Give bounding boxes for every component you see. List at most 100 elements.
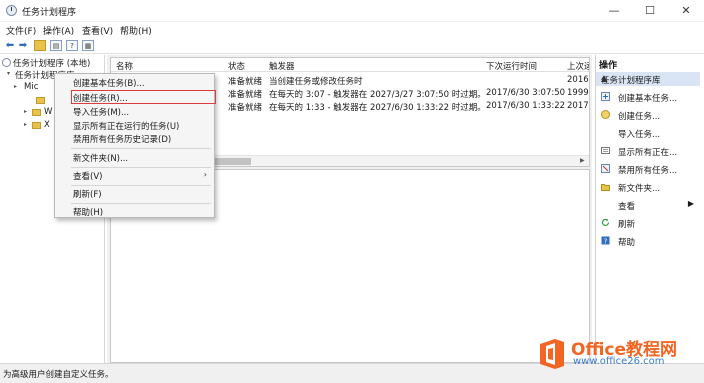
minimize-button[interactable]: — xyxy=(596,0,632,22)
expand-icon[interactable]: ▸ xyxy=(24,108,27,115)
refresh-icon xyxy=(601,218,610,226)
back-icon[interactable]: ⬅ xyxy=(4,40,16,51)
ctx-view[interactable]: 查看(V) › xyxy=(55,169,214,183)
ctx-create-basic-task[interactable]: 创建基本任务(B)... xyxy=(55,76,214,90)
expand-icon[interactable]: ▸ xyxy=(14,83,17,90)
menu-help[interactable]: 帮助(H) xyxy=(120,24,152,37)
tree-item-folder[interactable] xyxy=(24,95,54,107)
import-icon xyxy=(601,128,610,137)
task-next-run: 2017/6/30 3:07:50 xyxy=(486,88,566,98)
folder-icon xyxy=(32,122,41,129)
action-label: 导入任务... xyxy=(618,130,661,140)
ctx-label: 新文件夹(N)... xyxy=(73,154,129,164)
watermark: Office教程网 www.office26.com xyxy=(537,335,702,375)
task-trigger: 在每天的 3:07 - 触发器在 2027/3/27 3:07:50 时过期。 xyxy=(269,90,486,100)
status-text: 为高级用户创建自定义任务。 xyxy=(3,370,114,380)
actions-section-header[interactable]: 任务计划程序库 ▲ xyxy=(596,72,700,86)
close-button[interactable]: ✕ xyxy=(668,0,704,22)
column-status[interactable]: 状态 xyxy=(228,60,245,72)
properties-icon[interactable]: ▤ xyxy=(50,40,62,51)
task-scheduler-icon xyxy=(6,5,17,16)
forward-icon[interactable]: ➡ xyxy=(17,40,29,51)
disable-history-icon xyxy=(601,164,610,173)
scrollbar-thumb[interactable] xyxy=(211,158,251,165)
task-trigger: 当创建任务或修改任务时 xyxy=(269,77,363,87)
action-view[interactable]: 查看 ▶ xyxy=(596,197,700,213)
ctx-label: 禁用所有任务历史记录(D) xyxy=(73,135,172,145)
tree-item-mic[interactable]: ▸ Mic xyxy=(14,82,54,94)
action-label: 创建基本任务... xyxy=(618,94,678,104)
action-create-basic-task[interactable]: 创建基本任务... xyxy=(596,89,700,105)
action-label: 查看 xyxy=(618,202,636,212)
window-title: 任务计划程序 xyxy=(22,8,77,18)
tree-root-label: 任务计划程序 (本地) xyxy=(13,59,91,69)
tree-x-label: X xyxy=(44,120,50,130)
collapse-icon[interactable]: ▾ xyxy=(7,70,10,77)
context-menu: 创建基本任务(B)... 创建任务(R)... 导入任务(M)... 显示所有正… xyxy=(54,73,216,219)
column-name[interactable]: 名称 xyxy=(116,60,133,72)
tree-item-w[interactable]: ▸ W xyxy=(24,107,54,119)
action-import-task[interactable]: 导入任务... xyxy=(596,125,700,141)
ctx-import-task[interactable]: 导入任务(M)... xyxy=(55,105,214,119)
tree-mic-label: Mic xyxy=(24,82,39,92)
separator xyxy=(71,203,211,204)
ctx-new-folder[interactable]: 新文件夹(N)... xyxy=(55,151,214,165)
action-label: 新文件夹... xyxy=(618,184,661,194)
separator xyxy=(71,148,211,149)
help-icon: ? xyxy=(601,236,610,245)
ctx-refresh[interactable]: 刷新(F) xyxy=(55,187,214,201)
column-next-run[interactable]: 下次运行时间 xyxy=(486,60,537,72)
task-status: 准备就绪 xyxy=(228,77,263,87)
task-status: 准备就绪 xyxy=(228,90,263,100)
separator xyxy=(71,167,211,168)
tree-root[interactable]: 任务计划程序 (本地) xyxy=(2,57,90,69)
action-show-running[interactable]: 显示所有正在... xyxy=(596,143,700,159)
toolbar: ⬅ ➡ ▤ ? ▦ xyxy=(0,37,704,54)
ctx-disable-history[interactable]: 禁用所有任务历史记录(D) xyxy=(55,132,214,146)
running-tasks-icon xyxy=(601,147,610,154)
task-last-run: 2016 xyxy=(567,75,589,85)
tree-item-x[interactable]: ▸ X xyxy=(24,120,54,132)
action-refresh[interactable]: 刷新 xyxy=(596,215,700,231)
submenu-arrow-icon: › xyxy=(203,170,207,179)
task-status: 准备就绪 xyxy=(228,103,263,113)
collapse-up-icon[interactable]: ▲ xyxy=(601,74,695,84)
menu-file[interactable]: 文件(F) xyxy=(6,24,36,37)
ctx-label: 查看(V) xyxy=(73,172,103,182)
expand-icon[interactable]: ▸ xyxy=(24,121,27,128)
ctx-label: 显示所有正在运行的任务(U) xyxy=(73,122,180,132)
office-logo-icon xyxy=(540,339,564,369)
maximize-button[interactable]: ☐ xyxy=(632,0,668,22)
title-bar: 任务计划程序 — ☐ ✕ xyxy=(0,0,704,22)
ctx-show-running[interactable]: 显示所有正在运行的任务(U) xyxy=(55,119,214,133)
folder-icon xyxy=(36,97,45,104)
ctx-label: 刷新(F) xyxy=(73,190,102,200)
folder-icon[interactable] xyxy=(34,40,46,51)
action-create-task[interactable]: 创建任务... xyxy=(596,107,700,123)
column-last-run[interactable]: 上次运 xyxy=(567,60,589,72)
task-trigger: 在每天的 1:33 - 触发器在 2027/6/30 1:33:22 时过期。 xyxy=(269,103,486,113)
help-toolbar-icon[interactable]: ? xyxy=(66,40,78,51)
task-next-run: 2017/6/30 1:33:22 xyxy=(486,101,566,111)
action-disable-history[interactable]: 禁用所有任务... xyxy=(596,161,700,177)
action-label: 显示所有正在... xyxy=(618,148,678,158)
view-pane-icon[interactable]: ▦ xyxy=(82,40,94,51)
action-new-folder[interactable]: 新文件夹... xyxy=(596,179,700,195)
ctx-help[interactable]: 帮助(H) xyxy=(55,205,214,219)
scroll-right-icon[interactable]: ▶ xyxy=(580,157,585,164)
menu-view[interactable]: 查看(V) xyxy=(82,24,113,37)
ctx-label: 帮助(H) xyxy=(73,208,104,218)
svg-text:?: ? xyxy=(604,237,608,245)
task-list-header: 名称 状态 触发器 下次运行时间 上次运 xyxy=(111,58,589,72)
actions-pane: 操作 任务计划程序库 ▲ 创建基本任务... 创建任务... 导入任务... 显… xyxy=(595,55,700,363)
action-label: 帮助 xyxy=(618,238,636,248)
column-trigger[interactable]: 触发器 xyxy=(269,60,295,72)
action-label: 创建任务... xyxy=(618,112,661,122)
watermark-url: www.office26.com xyxy=(573,356,665,367)
menu-action[interactable]: 操作(A) xyxy=(43,24,74,37)
action-label: 刷新 xyxy=(618,220,636,230)
submenu-arrow-icon: ▶ xyxy=(687,199,694,208)
tree-w-label: W xyxy=(44,107,53,117)
action-help[interactable]: ? 帮助 xyxy=(596,233,700,249)
clock-icon xyxy=(2,58,11,67)
